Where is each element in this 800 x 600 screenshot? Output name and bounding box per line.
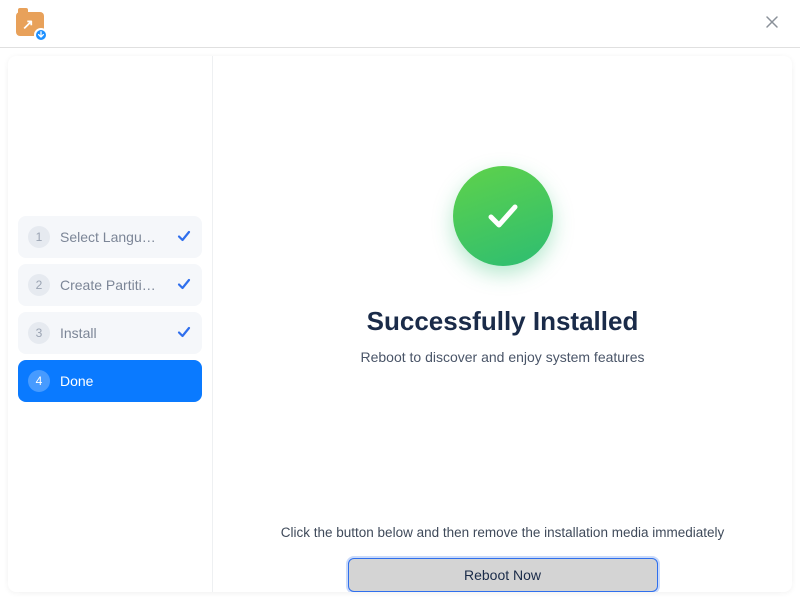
page-title: Successfully Installed xyxy=(367,306,639,337)
step-number: 3 xyxy=(28,322,50,344)
installer-card: 1 Select Langu… 2 Create Partiti… 3 Inst… xyxy=(8,56,792,592)
step-label: Create Partiti… xyxy=(60,277,170,293)
check-icon xyxy=(176,228,192,247)
close-button[interactable] xyxy=(760,12,784,36)
check-icon xyxy=(176,276,192,295)
titlebar: ↗ xyxy=(0,0,800,48)
step-label: Install xyxy=(60,325,170,341)
body-area: 1 Select Langu… 2 Create Partiti… 3 Inst… xyxy=(0,48,800,600)
step-install[interactable]: 3 Install xyxy=(18,312,202,354)
step-done[interactable]: 4 Done xyxy=(18,360,202,402)
page-subtitle: Reboot to discover and enjoy system feat… xyxy=(360,349,644,365)
step-number: 1 xyxy=(28,226,50,248)
step-create-partitions[interactable]: 2 Create Partiti… xyxy=(18,264,202,306)
success-check-icon xyxy=(453,166,553,266)
steps-sidebar: 1 Select Langu… 2 Create Partiti… 3 Inst… xyxy=(8,56,213,592)
step-label: Done xyxy=(60,373,192,389)
main-panel: Successfully Installed Reboot to discove… xyxy=(213,56,792,592)
reboot-now-button[interactable]: Reboot Now xyxy=(348,558,658,592)
reboot-hint: Click the button below and then remove t… xyxy=(281,525,725,540)
check-icon xyxy=(176,324,192,343)
bottom-block: Click the button below and then remove t… xyxy=(213,525,792,592)
step-number: 2 xyxy=(28,274,50,296)
installer-app-icon: ↗ xyxy=(16,10,44,38)
step-number: 4 xyxy=(28,370,50,392)
step-label: Select Langu… xyxy=(60,229,170,245)
step-select-language[interactable]: 1 Select Langu… xyxy=(18,216,202,258)
close-icon xyxy=(765,15,779,32)
